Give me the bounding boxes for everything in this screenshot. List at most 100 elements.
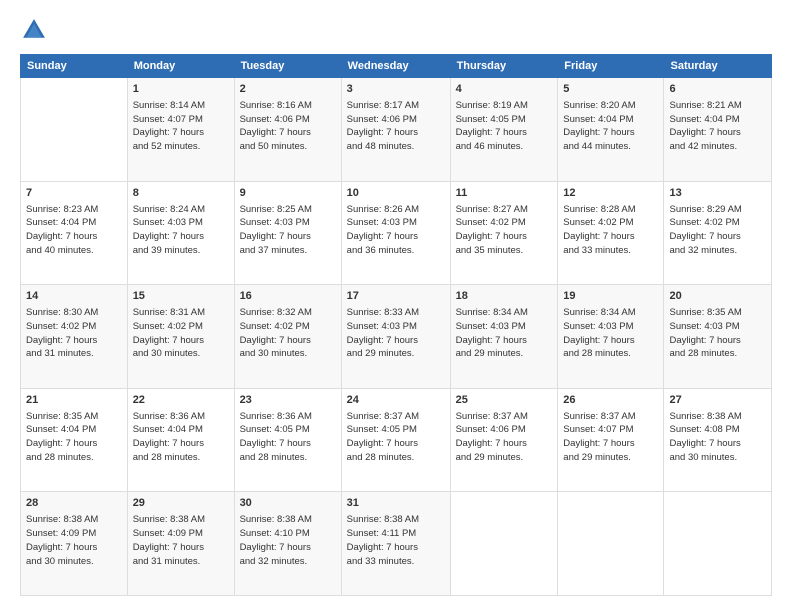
cell-line: Sunset: 4:03 PM xyxy=(347,320,445,334)
cell-line: and 28 minutes. xyxy=(133,451,229,465)
cell-line: Daylight: 7 hours xyxy=(133,126,229,140)
day-number: 13 xyxy=(669,186,766,202)
cell-line: and 28 minutes. xyxy=(563,347,658,361)
day-number: 17 xyxy=(347,289,445,305)
cell-line: Sunrise: 8:34 AM xyxy=(456,306,553,320)
day-number: 11 xyxy=(456,186,553,202)
cell-line: Sunrise: 8:16 AM xyxy=(240,99,336,113)
cell-line: Daylight: 7 hours xyxy=(563,437,658,451)
cell-line: Sunset: 4:03 PM xyxy=(669,320,766,334)
week-row-4: 21Sunrise: 8:35 AMSunset: 4:04 PMDayligh… xyxy=(21,388,772,492)
cell-line: Sunrise: 8:36 AM xyxy=(240,410,336,424)
calendar-cell xyxy=(558,492,664,596)
calendar-cell xyxy=(450,492,558,596)
cell-line: Daylight: 7 hours xyxy=(26,541,122,555)
cell-line: and 32 minutes. xyxy=(240,555,336,569)
cell-line: Daylight: 7 hours xyxy=(669,437,766,451)
cell-line: Daylight: 7 hours xyxy=(347,126,445,140)
cell-line: and 28 minutes. xyxy=(240,451,336,465)
day-header-monday: Monday xyxy=(127,55,234,78)
day-number: 8 xyxy=(133,186,229,202)
cell-line: Daylight: 7 hours xyxy=(347,334,445,348)
cell-line: Sunset: 4:04 PM xyxy=(26,423,122,437)
cell-line: Sunset: 4:02 PM xyxy=(133,320,229,334)
cell-line: Sunrise: 8:36 AM xyxy=(133,410,229,424)
cell-line: Sunrise: 8:38 AM xyxy=(240,513,336,527)
calendar-cell: 3Sunrise: 8:17 AMSunset: 4:06 PMDaylight… xyxy=(341,78,450,182)
cell-line: and 52 minutes. xyxy=(133,140,229,154)
cell-line: Sunset: 4:06 PM xyxy=(347,113,445,127)
cell-line: Sunset: 4:11 PM xyxy=(347,527,445,541)
cell-line: Sunrise: 8:20 AM xyxy=(563,99,658,113)
day-number: 1 xyxy=(133,82,229,98)
cell-line: and 37 minutes. xyxy=(240,244,336,258)
cell-line: and 29 minutes. xyxy=(563,451,658,465)
calendar-cell: 5Sunrise: 8:20 AMSunset: 4:04 PMDaylight… xyxy=(558,78,664,182)
calendar-cell: 7Sunrise: 8:23 AMSunset: 4:04 PMDaylight… xyxy=(21,181,128,285)
day-number: 4 xyxy=(456,82,553,98)
page-header xyxy=(20,16,772,44)
calendar-cell: 12Sunrise: 8:28 AMSunset: 4:02 PMDayligh… xyxy=(558,181,664,285)
cell-line: Daylight: 7 hours xyxy=(26,334,122,348)
calendar-cell: 11Sunrise: 8:27 AMSunset: 4:02 PMDayligh… xyxy=(450,181,558,285)
cell-line: Daylight: 7 hours xyxy=(240,334,336,348)
day-number: 19 xyxy=(563,289,658,305)
calendar-cell: 15Sunrise: 8:31 AMSunset: 4:02 PMDayligh… xyxy=(127,285,234,389)
day-number: 2 xyxy=(240,82,336,98)
cell-line: and 33 minutes. xyxy=(563,244,658,258)
week-row-5: 28Sunrise: 8:38 AMSunset: 4:09 PMDayligh… xyxy=(21,492,772,596)
day-number: 31 xyxy=(347,496,445,512)
calendar-cell: 27Sunrise: 8:38 AMSunset: 4:08 PMDayligh… xyxy=(664,388,772,492)
cell-line: Daylight: 7 hours xyxy=(240,126,336,140)
day-number: 15 xyxy=(133,289,229,305)
day-number: 14 xyxy=(26,289,122,305)
cell-line: Sunset: 4:07 PM xyxy=(563,423,658,437)
cell-line: Daylight: 7 hours xyxy=(347,541,445,555)
cell-line: Daylight: 7 hours xyxy=(669,334,766,348)
cell-line: Daylight: 7 hours xyxy=(347,437,445,451)
day-number: 18 xyxy=(456,289,553,305)
calendar-cell: 29Sunrise: 8:38 AMSunset: 4:09 PMDayligh… xyxy=(127,492,234,596)
day-number: 28 xyxy=(26,496,122,512)
cell-line: Sunrise: 8:30 AM xyxy=(26,306,122,320)
calendar-cell: 22Sunrise: 8:36 AMSunset: 4:04 PMDayligh… xyxy=(127,388,234,492)
calendar-cell: 24Sunrise: 8:37 AMSunset: 4:05 PMDayligh… xyxy=(341,388,450,492)
day-number: 6 xyxy=(669,82,766,98)
day-number: 30 xyxy=(240,496,336,512)
day-header-sunday: Sunday xyxy=(21,55,128,78)
calendar-cell: 16Sunrise: 8:32 AMSunset: 4:02 PMDayligh… xyxy=(234,285,341,389)
cell-line: Daylight: 7 hours xyxy=(669,126,766,140)
calendar-cell: 25Sunrise: 8:37 AMSunset: 4:06 PMDayligh… xyxy=(450,388,558,492)
cell-line: and 40 minutes. xyxy=(26,244,122,258)
calendar-body: 1Sunrise: 8:14 AMSunset: 4:07 PMDaylight… xyxy=(21,78,772,596)
cell-line: Daylight: 7 hours xyxy=(133,334,229,348)
cell-line: and 46 minutes. xyxy=(456,140,553,154)
day-number: 16 xyxy=(240,289,336,305)
cell-line: Sunset: 4:03 PM xyxy=(133,216,229,230)
calendar-cell: 9Sunrise: 8:25 AMSunset: 4:03 PMDaylight… xyxy=(234,181,341,285)
cell-line: Sunset: 4:02 PM xyxy=(456,216,553,230)
cell-line: and 36 minutes. xyxy=(347,244,445,258)
cell-line: Sunset: 4:10 PM xyxy=(240,527,336,541)
cell-line: and 28 minutes. xyxy=(669,347,766,361)
cell-line: Sunset: 4:04 PM xyxy=(26,216,122,230)
cell-line: and 30 minutes. xyxy=(133,347,229,361)
cell-line: Sunrise: 8:37 AM xyxy=(347,410,445,424)
cell-line: Sunrise: 8:14 AM xyxy=(133,99,229,113)
cell-line: and 29 minutes. xyxy=(347,347,445,361)
cell-line: Sunrise: 8:35 AM xyxy=(26,410,122,424)
logo xyxy=(20,16,52,44)
cell-line: Daylight: 7 hours xyxy=(456,126,553,140)
week-row-1: 1Sunrise: 8:14 AMSunset: 4:07 PMDaylight… xyxy=(21,78,772,182)
cell-line: Daylight: 7 hours xyxy=(133,541,229,555)
cell-line: and 29 minutes. xyxy=(456,347,553,361)
cell-line: Sunrise: 8:33 AM xyxy=(347,306,445,320)
cell-line: Sunrise: 8:23 AM xyxy=(26,203,122,217)
week-row-2: 7Sunrise: 8:23 AMSunset: 4:04 PMDaylight… xyxy=(21,181,772,285)
day-header-thursday: Thursday xyxy=(450,55,558,78)
cell-line: Sunset: 4:02 PM xyxy=(26,320,122,334)
day-number: 5 xyxy=(563,82,658,98)
cell-line: Daylight: 7 hours xyxy=(240,541,336,555)
cell-line: Sunrise: 8:38 AM xyxy=(133,513,229,527)
cell-line: Daylight: 7 hours xyxy=(563,126,658,140)
